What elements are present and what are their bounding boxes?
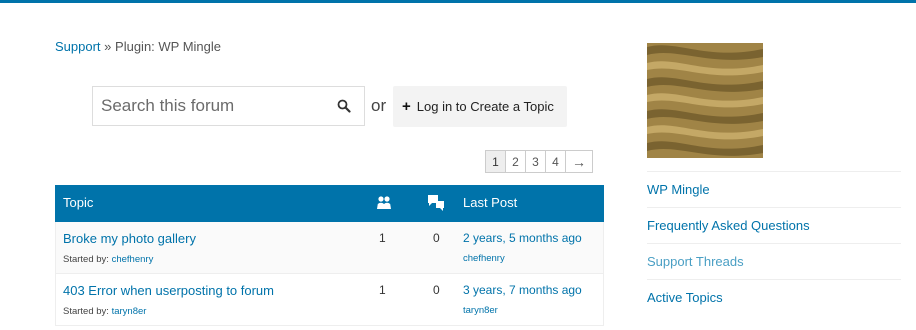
plugin-banner-image	[647, 43, 763, 158]
sidebar-nav: WP Mingle Frequently Asked Questions Sup…	[647, 171, 901, 315]
started-by: Started by: taryn8er	[63, 306, 146, 317]
topic-title-link[interactable]: 403 Error when userposting to forum	[63, 283, 274, 298]
search-input[interactable]	[93, 87, 333, 125]
reply-count: 0	[433, 283, 440, 297]
breadcrumb-separator: »	[104, 39, 112, 54]
page-3-button[interactable]: 3	[525, 150, 546, 173]
top-accent-bar	[0, 0, 916, 3]
started-by-label: Started by:	[63, 254, 109, 265]
breadcrumb-current: Plugin: WP Mingle	[115, 39, 222, 54]
next-page-button[interactable]: →	[565, 150, 593, 173]
voice-count: 1	[379, 231, 386, 245]
reply-count: 0	[433, 231, 440, 245]
sidebar-item-faq[interactable]: Frequently Asked Questions	[647, 207, 901, 243]
login-create-topic-label: Log in to Create a Topic	[416, 99, 554, 114]
plus-icon: +	[402, 98, 411, 115]
topics-table: Topic Last Post Broke my photo gallery S…	[55, 185, 604, 326]
sidebar-item-wp-mingle[interactable]: WP Mingle	[647, 171, 901, 207]
last-post-link[interactable]: 2 years, 5 months ago	[463, 231, 582, 245]
voice-count: 1	[379, 283, 386, 297]
voices-icon	[377, 196, 391, 209]
login-create-topic-button[interactable]: + Log in to Create a Topic	[393, 86, 567, 127]
topic-column-header: Topic	[63, 195, 94, 210]
topic-title-link[interactable]: Broke my photo gallery	[63, 231, 196, 246]
pagination: 1 2 3 4 →	[485, 150, 593, 173]
page-1-button[interactable]: 1	[485, 150, 506, 173]
search-icon[interactable]	[337, 99, 351, 113]
search-box	[92, 86, 365, 126]
last-post-column-header: Last Post	[463, 195, 518, 210]
sidebar-item-support-threads[interactable]: Support Threads	[647, 243, 901, 279]
table-row: 403 Error when userposting to forum Star…	[55, 274, 604, 326]
page-4-button[interactable]: 4	[545, 150, 566, 173]
started-by: Started by: chefhenry	[63, 254, 153, 265]
topics-table-header: Topic Last Post	[55, 185, 604, 222]
or-text: or	[371, 96, 387, 115]
started-by-label: Started by:	[63, 306, 109, 317]
last-post-author-link[interactable]: taryn8er	[463, 305, 498, 316]
replies-icon	[428, 195, 444, 211]
breadcrumb: Support » Plugin: WP Mingle	[55, 39, 221, 54]
sidebar-item-active-topics[interactable]: Active Topics	[647, 279, 901, 315]
breadcrumb-support-link[interactable]: Support	[55, 39, 101, 54]
last-post-link[interactable]: 3 years, 7 months ago	[463, 283, 582, 297]
table-row: Broke my photo gallery Started by: chefh…	[55, 222, 604, 274]
last-post-author-link[interactable]: chefhenry	[463, 253, 505, 264]
page-2-button[interactable]: 2	[505, 150, 526, 173]
topic-author-link[interactable]: chefhenry	[112, 254, 154, 265]
topic-author-link[interactable]: taryn8er	[112, 306, 147, 317]
